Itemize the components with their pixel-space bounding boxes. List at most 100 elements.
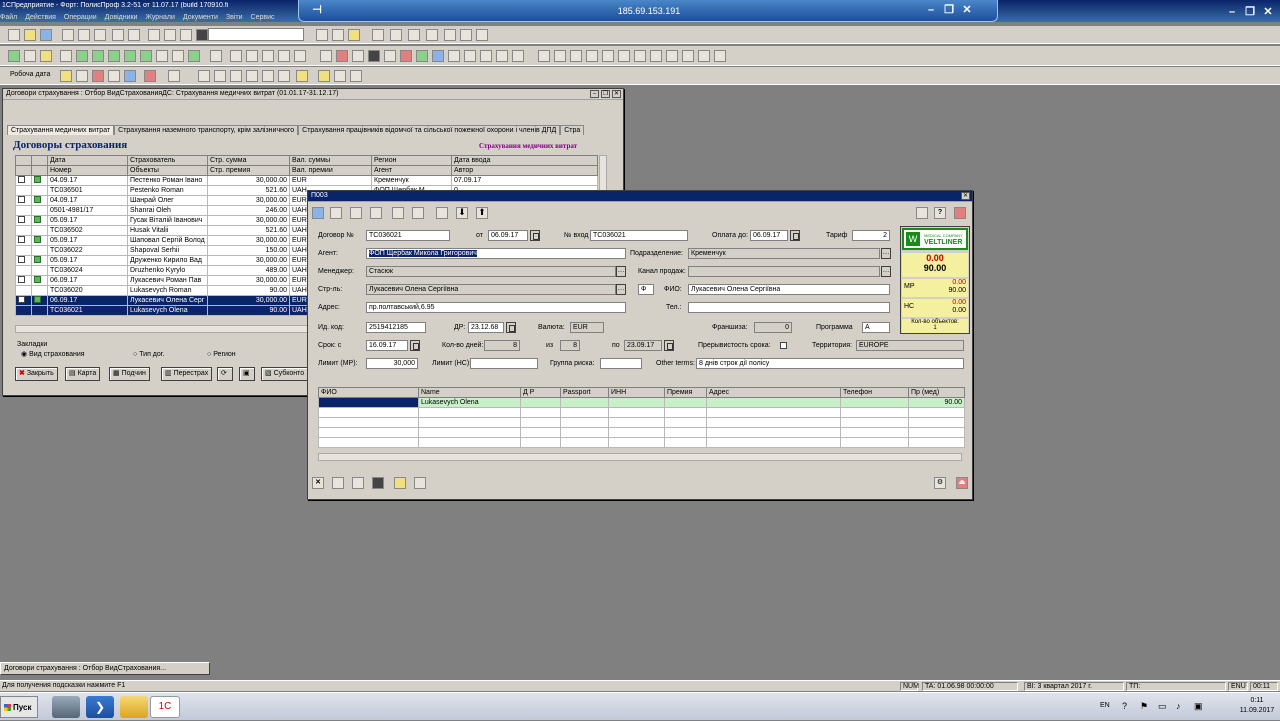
doc-icon-40[interactable] [666, 50, 678, 62]
table-icon[interactable] [372, 29, 384, 41]
other-terms-field[interactable]: 8 днів строк дії полісу [696, 358, 964, 369]
quick-icon-11[interactable] [262, 70, 274, 82]
doc-icon-42[interactable] [698, 50, 710, 62]
contract-date-field[interactable]: 06.09.17 [488, 230, 528, 241]
doc-icon-12[interactable] [188, 50, 200, 62]
form-save-icon[interactable] [312, 207, 324, 219]
menu-service[interactable]: Сервис [251, 14, 275, 21]
network-tray-icon[interactable]: ▭ [1158, 701, 1167, 712]
insured-col-header[interactable]: Адрес [706, 387, 841, 398]
doc-icon-34[interactable] [570, 50, 582, 62]
open-icon[interactable] [24, 29, 36, 41]
find-next-icon[interactable] [332, 29, 344, 41]
doc-icon-29[interactable] [480, 50, 492, 62]
insured-hscrollbar[interactable] [318, 453, 962, 461]
tab-land-transport[interactable]: Страхування наземного транспорту, крім з… [114, 125, 299, 135]
print-icon[interactable] [112, 29, 124, 41]
col-sum-currency[interactable]: Вал. суммы [289, 155, 372, 166]
flag-tray-icon[interactable]: ⚑ [1140, 701, 1148, 712]
reinsurance-button[interactable]: ▥ Перестрах [161, 367, 213, 381]
computer-icon[interactable] [52, 696, 80, 718]
doc-icon-37[interactable] [618, 50, 630, 62]
tab-more[interactable]: Стра [560, 125, 585, 135]
program-field[interactable]: A [862, 322, 890, 333]
help-icon[interactable] [348, 29, 360, 41]
doc-icon-14[interactable] [230, 50, 242, 62]
insured-row[interactable] [318, 427, 965, 438]
doc-icon-30[interactable] [496, 50, 508, 62]
form-forward-icon[interactable] [414, 477, 426, 489]
term-to-field[interactable]: 23.09.17 [624, 340, 662, 351]
1c-app-icon[interactable]: 1С [150, 696, 180, 718]
pay-to-calendar-icon[interactable] [790, 230, 800, 241]
insured-col-header[interactable]: Passport [560, 387, 609, 398]
calendar-icon[interactable] [426, 29, 438, 41]
doc-icon-13[interactable] [210, 50, 222, 62]
doc-icon-36[interactable] [602, 50, 614, 62]
display-tray-icon[interactable]: ▣ [1194, 701, 1203, 712]
quick-icon-7[interactable] [198, 70, 210, 82]
quick-icon-10[interactable] [246, 70, 258, 82]
refresh-icon[interactable]: ⟳ [217, 367, 233, 381]
search-combo[interactable] [208, 28, 304, 41]
quick-icon-6[interactable] [168, 70, 180, 82]
doc-icon-17[interactable] [278, 50, 290, 62]
fio-prefix-field[interactable]: Ф [638, 284, 654, 295]
form-exit-door-icon[interactable]: ⏏ [956, 477, 968, 489]
quick-icon-3[interactable] [92, 70, 104, 82]
powershell-icon[interactable]: ❯ [86, 696, 114, 718]
clock-time[interactable]: 0:11 [1240, 697, 1274, 704]
doc-icon-18[interactable] [294, 50, 306, 62]
filter-icon[interactable]: ▣ [239, 367, 255, 381]
col-objects[interactable]: Объекты [127, 165, 208, 176]
arrow-down-icon[interactable]: ⬇ [456, 207, 468, 219]
bookmark-type[interactable]: ○ Тип дог. [133, 351, 164, 358]
doc-icon-15[interactable] [246, 50, 258, 62]
insured-col-header[interactable]: Премия [664, 387, 707, 398]
insured-col-header[interactable]: Телефон [840, 387, 909, 398]
new-icon[interactable] [8, 29, 20, 41]
doc-icon-19[interactable] [320, 50, 332, 62]
tab-fire-guard[interactable]: Страхування працівників відомчої та сіль… [298, 125, 561, 135]
col-date[interactable]: Дата [47, 155, 128, 166]
bookmark-region[interactable]: ○ Регион [207, 351, 236, 358]
interrupted-checkbox[interactable] [780, 342, 787, 349]
division-field[interactable]: Кременчук [688, 248, 880, 259]
doc-icon-33[interactable] [554, 50, 566, 62]
quick-icon-13[interactable] [296, 70, 308, 82]
folder-icon[interactable] [120, 696, 148, 718]
division-select-button[interactable]: … [881, 248, 891, 259]
menu-journals[interactable]: Журнали [145, 14, 174, 21]
m-minus-icon[interactable] [476, 29, 488, 41]
col-region[interactable]: Регион [371, 155, 452, 166]
term-to-calendar-icon[interactable] [664, 340, 674, 351]
menu-actions[interactable]: Действия [25, 14, 56, 21]
save-icon[interactable] [40, 29, 52, 41]
form-copy-icon[interactable] [370, 207, 382, 219]
quick-icon-9[interactable] [230, 70, 242, 82]
insured-col-header[interactable]: Д Р [520, 387, 561, 398]
term-from-calendar-icon[interactable] [410, 340, 420, 351]
dob-field[interactable]: 23.12.68 [468, 322, 504, 333]
agent-field[interactable]: ФОП Щербак Микола Григорович [366, 248, 626, 259]
quick-icon-15[interactable] [334, 70, 346, 82]
find-icon[interactable] [316, 29, 328, 41]
form-help-icon[interactable]: ? [934, 207, 946, 219]
insured-col-header[interactable]: ФИО [318, 387, 419, 398]
close-button[interactable]: ✖ Закрыть [15, 367, 58, 381]
doc-icon-1[interactable] [8, 50, 20, 62]
doc-icon-10[interactable] [156, 50, 168, 62]
form-up-icon[interactable] [394, 477, 406, 489]
text-icon[interactable] [390, 29, 402, 41]
doc-icon-25[interactable] [416, 50, 428, 62]
m-plus-icon[interactable] [460, 29, 472, 41]
cut-icon[interactable] [62, 29, 74, 41]
quick-icon-16[interactable] [350, 70, 362, 82]
currency-field[interactable]: EUR [570, 322, 604, 333]
quick-icon-12[interactable] [278, 70, 290, 82]
calc-icon[interactable] [148, 29, 160, 41]
doc-icon-35[interactable] [586, 50, 598, 62]
doc-icon-27[interactable] [448, 50, 460, 62]
limit-mr-field[interactable]: 30,000 [366, 358, 418, 369]
channel-field[interactable] [688, 266, 880, 277]
